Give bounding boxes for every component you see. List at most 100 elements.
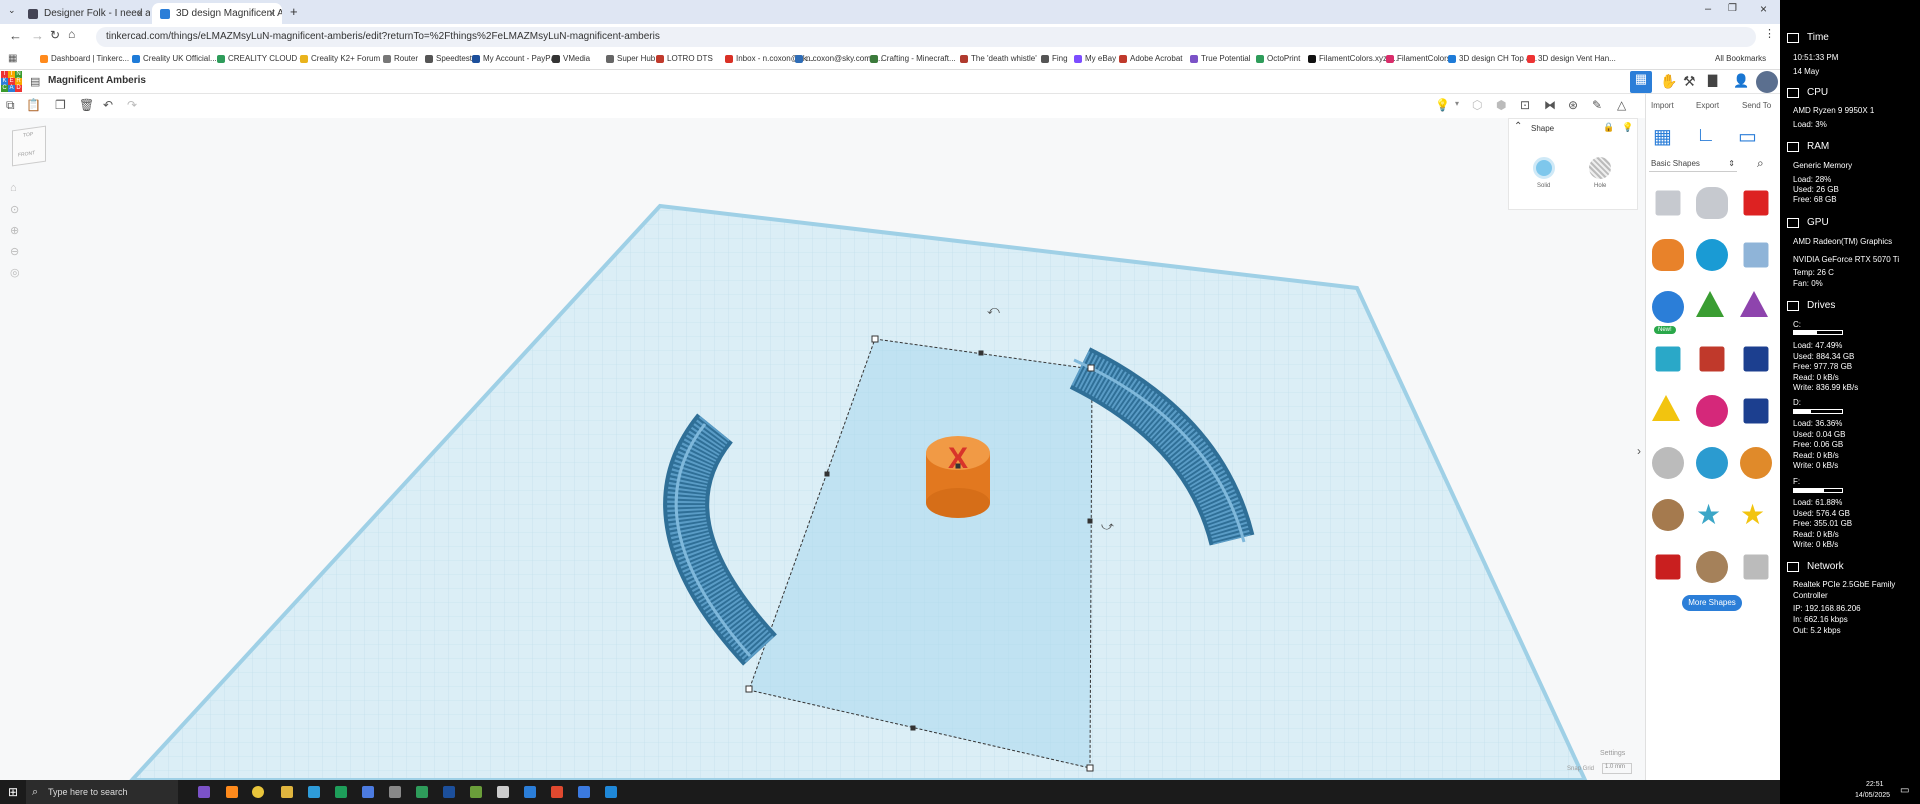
tab-tinkercad[interactable]: 3D design Magnificent Amberi × bbox=[152, 3, 282, 24]
bookmark-item[interactable]: My eBay bbox=[1074, 54, 1116, 63]
bookmark-item[interactable]: Adobe Acrobat bbox=[1119, 54, 1182, 63]
fit-view-icon[interactable]: ⊙ bbox=[10, 203, 19, 216]
back-icon[interactable]: ← bbox=[9, 28, 22, 43]
tab-close-icon[interactable]: × bbox=[269, 8, 275, 20]
bookmark-item[interactable]: FilamentColors bbox=[1386, 54, 1451, 63]
tab-close-icon[interactable]: × bbox=[137, 8, 143, 20]
import-button[interactable]: Import bbox=[1651, 101, 1674, 110]
undo-icon[interactable]: ↶ bbox=[103, 98, 113, 112]
paste-icon[interactable]: 📋 bbox=[26, 98, 41, 112]
taskbar-app-icon[interactable] bbox=[308, 786, 320, 798]
torus-icon[interactable] bbox=[1696, 447, 1728, 479]
tab-designer-folk[interactable]: Designer Folk - I need a softw × bbox=[20, 3, 150, 24]
maximize-icon[interactable]: ❐ bbox=[1728, 3, 1737, 14]
design-title[interactable]: Magnificent Amberis bbox=[48, 75, 146, 86]
bookmark-item[interactable]: Creality UK Official... bbox=[132, 54, 217, 63]
taskbar-app-icon[interactable] bbox=[497, 786, 509, 798]
designs-grid-icon[interactable]: ▤ bbox=[30, 75, 40, 88]
copy-icon[interactable]: ⧉ bbox=[6, 98, 15, 113]
chevron-down-icon[interactable]: ▾ bbox=[1455, 99, 1459, 108]
ring-icon[interactable] bbox=[1696, 551, 1728, 583]
notes-icon[interactable]: ✎ bbox=[1592, 98, 1602, 112]
lock-icon[interactable]: 🔒 bbox=[1603, 122, 1614, 133]
apps-icon[interactable]: ▦ bbox=[8, 53, 17, 64]
bulb-icon[interactable]: 💡 bbox=[1622, 122, 1633, 133]
bookmark-item[interactable]: True Potential bbox=[1190, 54, 1251, 63]
bookmark-item[interactable]: Crafting - Minecraft... bbox=[870, 54, 956, 63]
tab-search-icon[interactable]: ⌄ bbox=[8, 5, 16, 16]
wedge-icon[interactable] bbox=[1743, 346, 1769, 372]
bookmark-item[interactable]: VMedia bbox=[552, 54, 590, 63]
bookmark-item[interactable]: LOTRO DTS bbox=[656, 54, 713, 63]
file-explorer-icon[interactable] bbox=[281, 786, 293, 798]
icosahedron-icon[interactable] bbox=[1655, 554, 1681, 580]
align-icon[interactable]: ⊡ bbox=[1520, 98, 1530, 112]
bookmark-item[interactable]: Router bbox=[383, 54, 418, 63]
mirror-icon[interactable]: ⧓ bbox=[1544, 98, 1556, 112]
sphere-icon[interactable] bbox=[1696, 239, 1728, 271]
address-bar[interactable]: tinkercad.com/things/eLMAZMsyLuN-magnifi… bbox=[96, 27, 1756, 47]
scribble-icon[interactable] bbox=[1743, 242, 1769, 268]
chevron-up-icon[interactable]: ⌃ bbox=[1514, 121, 1522, 132]
rotate-handle-icon[interactable]: ⤺ bbox=[987, 303, 1000, 317]
ruler-icon[interactable]: △ bbox=[1617, 98, 1626, 112]
notes-panel-icon[interactable]: ▭ bbox=[1738, 124, 1757, 149]
cone-icon[interactable] bbox=[1740, 291, 1768, 317]
menu-icon[interactable]: ⋮ bbox=[1764, 27, 1775, 40]
hand-icon[interactable]: ✋ bbox=[1660, 73, 1677, 90]
group-icon[interactable]: ⬡ bbox=[1472, 98, 1482, 112]
send-to-button[interactable]: Send To bbox=[1742, 101, 1771, 110]
duplicate-icon[interactable]: ❐ bbox=[55, 98, 66, 112]
taskbar-app-icon[interactable] bbox=[470, 786, 482, 798]
taskbar-clock-date[interactable]: 14/05/2025 bbox=[1855, 792, 1890, 799]
forward-icon[interactable]: → bbox=[31, 28, 44, 43]
zoom-out-icon[interactable]: ⊖ bbox=[10, 245, 19, 258]
bookmark-item[interactable]: 3D design CH Top a... bbox=[1448, 54, 1537, 63]
pyramid-yellow-icon[interactable] bbox=[1652, 395, 1680, 421]
taskbar-app-icon[interactable] bbox=[605, 786, 617, 798]
taskbar-app-icon[interactable] bbox=[524, 786, 536, 798]
settings-label[interactable]: Settings bbox=[1600, 750, 1625, 757]
add-user-icon[interactable]: 👤 bbox=[1733, 73, 1749, 89]
view-cube[interactable]: TOP FRONT bbox=[12, 125, 46, 167]
cylinder-striped-icon[interactable] bbox=[1696, 187, 1728, 219]
bookmark-item[interactable]: Speedtest bbox=[425, 54, 472, 63]
half-sphere-icon[interactable] bbox=[1696, 395, 1728, 427]
ungroup-icon[interactable]: ⬢ bbox=[1496, 98, 1506, 112]
redo-icon[interactable]: ↷ bbox=[127, 98, 137, 112]
text-icon[interactable] bbox=[1699, 346, 1725, 372]
taskbar-app-icon[interactable] bbox=[226, 786, 238, 798]
minimize-icon[interactable]: – bbox=[1705, 3, 1711, 15]
box-icon[interactable] bbox=[1743, 190, 1769, 216]
bookmark-item[interactable]: Creality K2+ Forum bbox=[300, 54, 380, 63]
briefcase-icon[interactable]: ▇ bbox=[1708, 73, 1717, 87]
rock-icon[interactable] bbox=[1652, 499, 1684, 531]
bookmark-item[interactable]: 3D design Vent Han... bbox=[1527, 54, 1616, 63]
zoom-in-icon[interactable]: ⊕ bbox=[10, 224, 19, 237]
ruler-corner-icon[interactable]: ∟ bbox=[1696, 124, 1716, 147]
bookmark-item[interactable]: OctoPrint bbox=[1256, 54, 1300, 63]
roof-icon[interactable] bbox=[1655, 346, 1681, 372]
perspective-icon[interactable]: ◎ bbox=[10, 266, 20, 279]
shape-category-select[interactable]: Basic Shapes ⇕ bbox=[1649, 157, 1737, 172]
bookmark-item[interactable]: FilamentColors.xyz |... bbox=[1308, 54, 1398, 63]
tube-icon[interactable] bbox=[1740, 447, 1772, 479]
bookmark-item[interactable]: CREALITY CLOUD -... bbox=[217, 54, 309, 63]
cruise-icon[interactable]: ⊛ bbox=[1568, 98, 1578, 112]
taskbar-app-icon[interactable] bbox=[443, 786, 455, 798]
shape-generator-icon[interactable] bbox=[1652, 291, 1684, 323]
windows-start-icon[interactable]: ⊞ bbox=[8, 785, 18, 799]
hole-button[interactable] bbox=[1589, 157, 1611, 179]
light-bulb-icon[interactable]: 💡 bbox=[1435, 98, 1450, 112]
taskbar-search-box[interactable]: ⌕ Type here to search bbox=[26, 780, 178, 804]
collapse-panel-icon[interactable]: › bbox=[1637, 444, 1641, 458]
taskbar-app-icon[interactable] bbox=[551, 786, 563, 798]
solid-button[interactable] bbox=[1533, 157, 1555, 179]
star-yellow-icon[interactable]: ★ bbox=[1740, 499, 1772, 531]
home-view-icon[interactable]: ⌂ bbox=[10, 182, 17, 194]
taskbar-app-icon[interactable] bbox=[362, 786, 374, 798]
export-button[interactable]: Export bbox=[1696, 101, 1719, 110]
grid-view-icon[interactable]: ▦ bbox=[1653, 124, 1672, 149]
reload-icon[interactable]: ↻ bbox=[50, 28, 60, 42]
taskbar-app-icon[interactable] bbox=[198, 786, 210, 798]
